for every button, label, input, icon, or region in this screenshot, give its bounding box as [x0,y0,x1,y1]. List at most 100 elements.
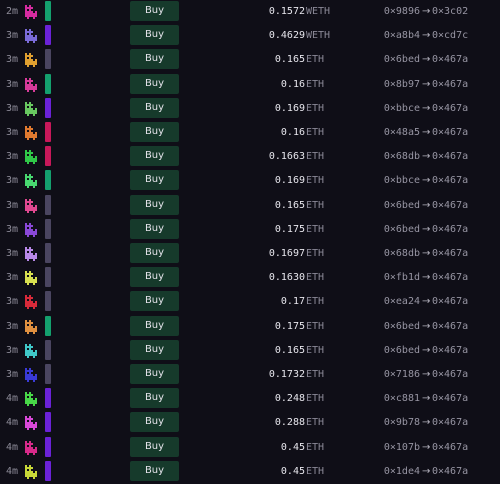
sale-age: 3m [6,272,19,283]
to-address[interactable]: 0×467a [432,460,468,484]
from-address[interactable]: 0×68db [384,242,420,266]
cat-avatar-icon[interactable] [23,76,39,92]
to-address[interactable]: 0×467a [432,242,468,266]
sale-age: 3m [6,30,19,41]
to-address[interactable]: 0×467a [432,218,468,242]
cat-avatar-icon[interactable] [23,197,39,213]
to-address[interactable]: 0×467a [432,436,468,460]
from-address[interactable]: 0×a8b4 [384,24,420,48]
to-address[interactable]: 0×467a [432,290,468,314]
marketplace-indicator [45,437,51,457]
to-address[interactable]: 0×467a [432,145,468,169]
cat-avatar-icon[interactable] [23,439,39,455]
cat-avatar-icon[interactable] [23,124,39,140]
arrow-right-icon: → [422,369,431,380]
buy-button[interactable]: Buy [130,74,179,94]
cat-avatar-icon[interactable] [23,390,39,406]
buy-button[interactable]: Buy [130,388,179,408]
cat-avatar-icon[interactable] [23,414,39,430]
buy-button[interactable]: Buy [130,1,179,21]
cat-avatar-icon[interactable] [23,269,39,285]
from-address[interactable]: 0×68db [384,145,420,169]
to-address[interactable]: 0×467a [432,48,468,72]
buy-button[interactable]: Buy [130,316,179,336]
from-address[interactable]: 0×8b97 [384,73,420,97]
to-address[interactable]: 0×467a [432,121,468,145]
from-address[interactable]: 0×6bed [384,194,420,218]
cat-avatar-icon[interactable] [23,293,39,309]
cat-avatar-icon[interactable] [23,366,39,382]
currency-unit: ETH [306,393,325,404]
to-address[interactable]: 0×467a [432,169,468,193]
from-address[interactable]: 0×9896 [384,0,420,24]
buy-button[interactable]: Buy [130,170,179,190]
to-address[interactable]: 0×cd7c [432,24,468,48]
from-address[interactable]: 0×bbce [384,169,420,193]
to-address[interactable]: 0×467a [432,194,468,218]
buy-button[interactable]: Buy [130,412,179,432]
marketplace-indicator [45,461,51,481]
buy-button[interactable]: Buy [130,437,179,457]
to-address[interactable]: 0×3c02 [432,0,468,24]
cat-avatar-icon[interactable] [23,245,39,261]
marketplace-indicator [45,364,51,384]
sale-price: 0.45 [280,442,305,453]
cat-avatar-icon[interactable] [23,221,39,237]
currency-unit: ETH [306,248,325,259]
sale-row: 3m Buy 0.1697 ETH 0×68db → 0×467a [0,242,500,266]
from-address[interactable]: 0×6bed [384,339,420,363]
buy-button[interactable]: Buy [130,122,179,142]
buy-button[interactable]: Buy [130,219,179,239]
buy-button[interactable]: Buy [130,291,179,311]
cat-avatar-icon[interactable] [23,100,39,116]
from-address[interactable]: 0×48a5 [384,121,420,145]
to-address[interactable]: 0×467a [432,315,468,339]
cat-avatar-icon[interactable] [23,51,39,67]
cat-avatar-icon[interactable] [23,172,39,188]
buy-button[interactable]: Buy [130,267,179,287]
to-address[interactable]: 0×467a [432,387,468,411]
cat-avatar-icon[interactable] [23,27,39,43]
sale-age: 3m [6,103,19,114]
from-address[interactable]: 0×6bed [384,218,420,242]
buy-button[interactable]: Buy [130,195,179,215]
from-address[interactable]: 0×bbce [384,97,420,121]
buy-button[interactable]: Buy [130,364,179,384]
buy-button[interactable]: Buy [130,98,179,118]
buy-button[interactable]: Buy [130,49,179,69]
cat-avatar-icon[interactable] [23,3,39,19]
buy-button[interactable]: Buy [130,461,179,481]
from-address[interactable]: 0×107b [384,436,420,460]
to-address[interactable]: 0×467a [432,363,468,387]
from-address[interactable]: 0×9b78 [384,411,420,435]
from-address[interactable]: 0×fb1d [384,266,420,290]
cat-avatar-icon[interactable] [23,318,39,334]
sale-row: 3m Buy 0.1732 ETH 0×7186 → 0×467a [0,363,500,387]
from-address[interactable]: 0×6bed [384,48,420,72]
cat-avatar-icon[interactable] [23,463,39,479]
to-address[interactable]: 0×467a [432,411,468,435]
to-address[interactable]: 0×467a [432,97,468,121]
from-address[interactable]: 0×1de4 [384,460,420,484]
to-address[interactable]: 0×467a [432,266,468,290]
from-address[interactable]: 0×c881 [384,387,420,411]
arrow-right-icon: → [422,79,431,90]
sale-price: 0.165 [274,345,305,356]
sale-age: 3m [6,54,19,65]
cat-avatar-icon[interactable] [23,342,39,358]
buy-button[interactable]: Buy [130,243,179,263]
cat-avatar-icon[interactable] [23,148,39,164]
currency-unit: ETH [306,224,325,235]
sale-row: 3m Buy 0.1630 ETH 0×fb1d → 0×467a [0,266,500,290]
sale-age: 3m [6,224,19,235]
buy-button[interactable]: Buy [130,146,179,166]
to-address[interactable]: 0×467a [432,339,468,363]
from-address[interactable]: 0×7186 [384,363,420,387]
to-address[interactable]: 0×467a [432,73,468,97]
buy-button[interactable]: Buy [130,340,179,360]
from-address[interactable]: 0×ea24 [384,290,420,314]
from-address[interactable]: 0×6bed [384,315,420,339]
arrow-right-icon: → [422,175,431,186]
marketplace-indicator [45,243,51,263]
buy-button[interactable]: Buy [130,25,179,45]
